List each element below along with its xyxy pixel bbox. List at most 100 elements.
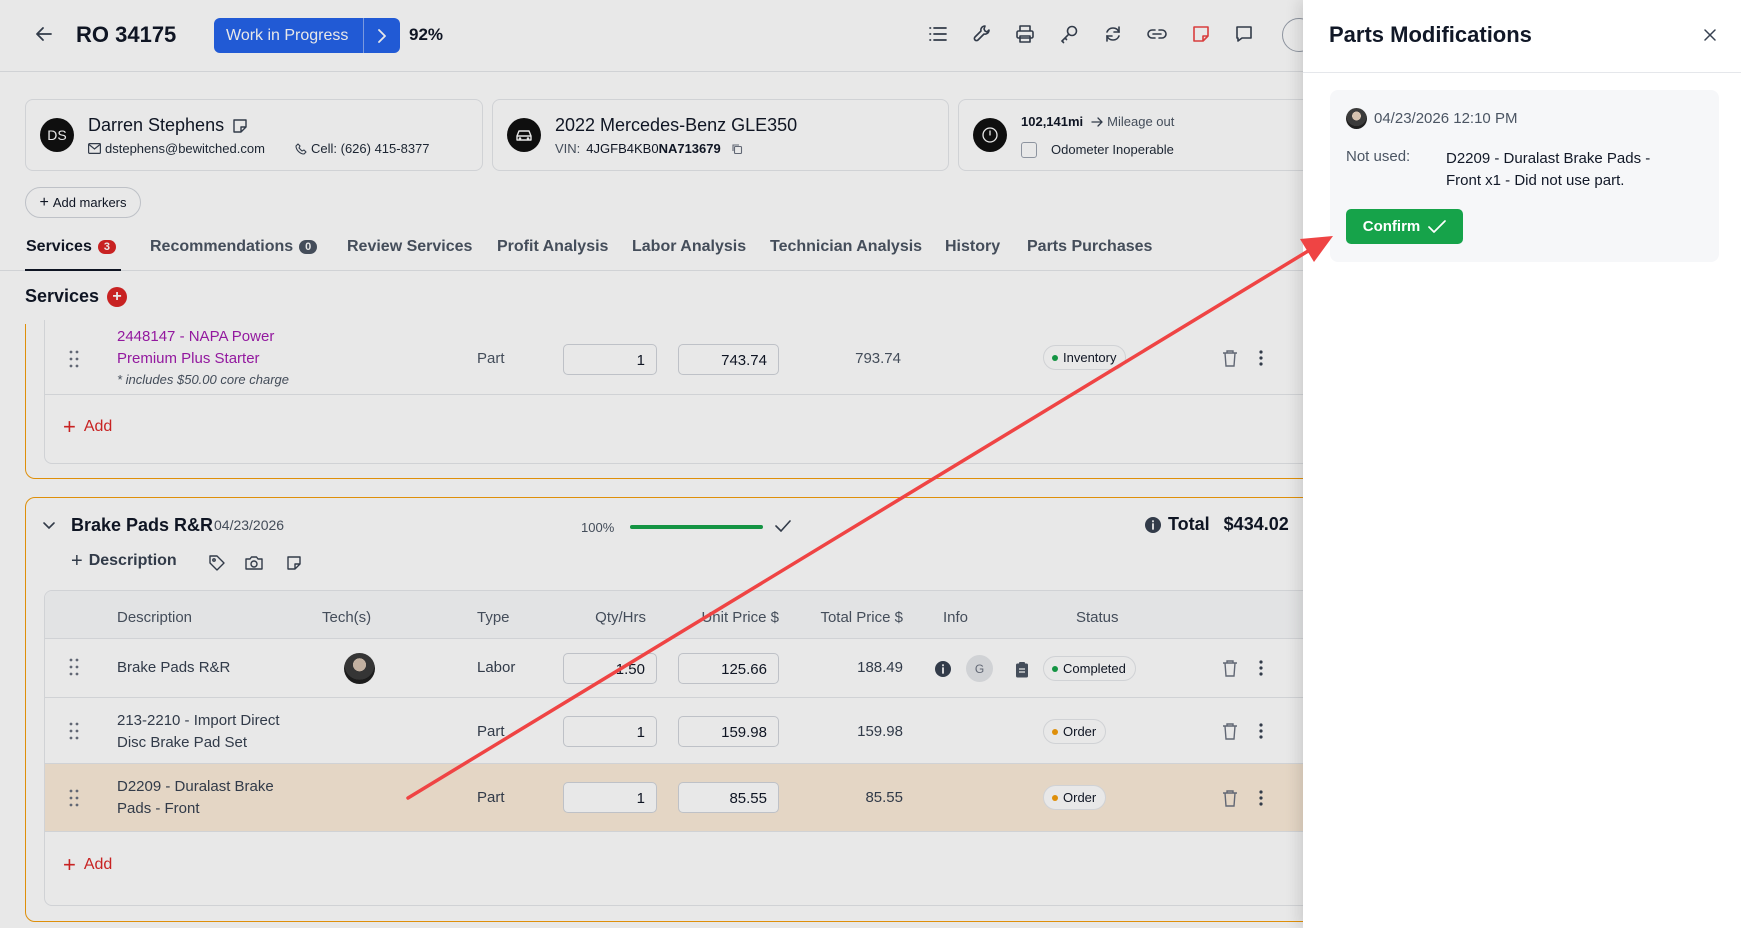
item-description-line1[interactable]: 213-2210 - Import Direct	[117, 710, 280, 732]
kebab-menu-icon[interactable]	[1258, 348, 1264, 368]
active-tab-indicator	[25, 269, 121, 271]
plus-icon: +	[63, 414, 76, 439]
status-badge[interactable]: Completed	[1043, 656, 1136, 681]
more-options-button[interactable]	[1282, 18, 1303, 52]
tag-icon[interactable]	[207, 553, 227, 573]
status-button[interactable]: Work in Progress	[214, 18, 400, 53]
description-label[interactable]: Description	[89, 552, 177, 570]
trash-icon[interactable]	[1221, 788, 1239, 808]
add-markers-label[interactable]: Add markers	[53, 195, 127, 210]
add-item-button[interactable]: + Add	[63, 416, 112, 438]
printer-icon[interactable]	[1013, 22, 1037, 46]
status-badge[interactable]: Order	[1043, 785, 1107, 810]
table-row-highlighted[interactable]: D2209 - Duralast Brake Pads - Front Part…	[45, 763, 1303, 831]
item-description[interactable]: 213-2210 - Import Direct Disc Brake Pad …	[117, 710, 280, 754]
drag-handle-icon[interactable]	[69, 722, 79, 740]
unit-price-input[interactable]: 125.66	[678, 653, 779, 684]
link-icon[interactable]	[1145, 22, 1169, 46]
service-title[interactable]: Brake Pads R&R	[71, 515, 213, 536]
mileage-out-link[interactable]: Mileage out	[1107, 114, 1174, 129]
note-icon[interactable]	[232, 118, 248, 134]
part-link[interactable]: 2448147 - NAPA Power Premium Plus Starte…	[117, 326, 274, 370]
vin-suffix: NA713679	[658, 141, 721, 156]
tab-labor-analysis[interactable]: Labor Analysis	[632, 238, 746, 256]
close-icon[interactable]	[1701, 26, 1719, 44]
trash-icon[interactable]	[1221, 658, 1239, 678]
item-description-line1[interactable]: D2209 - Duralast Brake	[117, 776, 274, 798]
drag-handle-icon[interactable]	[69, 658, 79, 676]
sticky-note-icon[interactable]	[1189, 22, 1213, 46]
col-qty: Qty/Hrs	[595, 609, 646, 626]
unit-price-input[interactable]: 159.98	[678, 716, 779, 747]
mileage-value[interactable]: 102,141mi	[1021, 114, 1083, 129]
tab-technician-analysis[interactable]: Technician Analysis	[770, 238, 922, 256]
technician-avatar[interactable]	[344, 653, 375, 684]
chevron-right-icon[interactable]	[364, 18, 400, 53]
tab-history[interactable]: History	[945, 238, 1000, 256]
comment-icon[interactable]	[1232, 22, 1256, 46]
tab-services-label[interactable]: Services	[26, 238, 92, 256]
add-item-button[interactable]: + Add	[63, 854, 112, 876]
unit-price-input[interactable]: 85.55	[678, 782, 779, 813]
item-description-line2[interactable]: Pads - Front	[117, 798, 274, 820]
camera-icon[interactable]	[244, 553, 264, 573]
customer-email-row: dstephens@bewitched.com	[88, 141, 265, 156]
add-item-label[interactable]: Add	[84, 856, 112, 874]
tab-recommendations-label[interactable]: Recommendations	[150, 238, 293, 256]
drag-handle-icon[interactable]	[69, 350, 79, 368]
odometer-checkbox[interactable]	[1021, 142, 1037, 158]
customer-phone[interactable]: Cell: (626) 415-8377	[311, 141, 430, 156]
collapse-chevron-icon[interactable]	[41, 518, 57, 534]
kebab-menu-icon[interactable]	[1258, 721, 1264, 741]
status-label: Order	[1063, 724, 1097, 739]
col-unit-price: Unit Price $	[701, 609, 779, 626]
vehicle-name[interactable]: 2022 Mercedes-Benz GLE350	[555, 115, 797, 136]
status-label[interactable]: Work in Progress	[214, 18, 364, 53]
drag-handle-icon[interactable]	[69, 789, 79, 807]
item-description[interactable]: D2209 - Duralast Brake Pads - Front	[117, 776, 274, 820]
tab-parts-purchases[interactable]: Parts Purchases	[1027, 238, 1152, 256]
trash-icon[interactable]	[1221, 348, 1239, 368]
kebab-menu-icon[interactable]	[1258, 658, 1264, 678]
table-row[interactable]: Brake Pads R&R Labor 1.50 125.66 188.49 …	[45, 638, 1303, 697]
qty-input[interactable]: 1	[563, 782, 657, 813]
item-description-line2[interactable]: Disc Brake Pad Set	[117, 732, 280, 754]
refresh-icon[interactable]	[1101, 22, 1125, 46]
wrench-icon[interactable]	[970, 22, 994, 46]
list-icon[interactable]	[926, 22, 950, 46]
qty-input[interactable]: 1	[563, 716, 657, 747]
item-type: Part	[477, 350, 505, 367]
add-item-label[interactable]: Add	[84, 418, 112, 436]
info-icon[interactable]	[1144, 516, 1162, 534]
back-arrow-icon[interactable]	[32, 22, 56, 46]
tab-recommendations[interactable]: Recommendations 0	[150, 238, 318, 256]
status-badge[interactable]: Inventory	[1043, 345, 1127, 370]
qty-input[interactable]: 1	[563, 344, 657, 375]
tab-services[interactable]: Services 3	[26, 238, 116, 256]
part-name-line1[interactable]: 2448147 - NAPA Power	[117, 326, 274, 348]
status-badge[interactable]: Order	[1043, 719, 1107, 744]
clipboard-icon[interactable]	[1013, 659, 1031, 679]
copy-icon[interactable]	[731, 143, 743, 155]
tab-review-services[interactable]: Review Services	[347, 238, 472, 256]
confirm-label[interactable]: Confirm	[1363, 218, 1421, 235]
confirm-button[interactable]: Confirm	[1346, 209, 1463, 244]
add-description-button[interactable]: + Description	[71, 551, 177, 571]
trash-icon[interactable]	[1221, 721, 1239, 741]
customer-email[interactable]: dstephens@bewitched.com	[105, 141, 265, 156]
item-description[interactable]: Brake Pads R&R	[117, 659, 230, 676]
table-row[interactable]: 213-2210 - Import Direct Disc Brake Pad …	[45, 697, 1303, 763]
tab-profit-analysis[interactable]: Profit Analysis	[497, 238, 608, 256]
add-service-icon[interactable]: +	[107, 286, 128, 307]
customer-name[interactable]: Darren Stephens	[88, 115, 224, 136]
unit-price-input[interactable]: 743.74	[678, 344, 779, 375]
g-badge[interactable]: G	[966, 655, 993, 682]
qty-input[interactable]: 1.50	[563, 653, 657, 684]
part-name-line2[interactable]: Premium Plus Starter	[117, 348, 274, 370]
key-icon[interactable]	[1057, 22, 1081, 46]
note-icon[interactable]	[284, 553, 304, 573]
info-icon[interactable]	[933, 659, 953, 679]
col-techs: Tech(s)	[322, 609, 372, 626]
add-markers-button[interactable]: + Add markers	[25, 187, 141, 218]
kebab-menu-icon[interactable]	[1258, 788, 1264, 808]
